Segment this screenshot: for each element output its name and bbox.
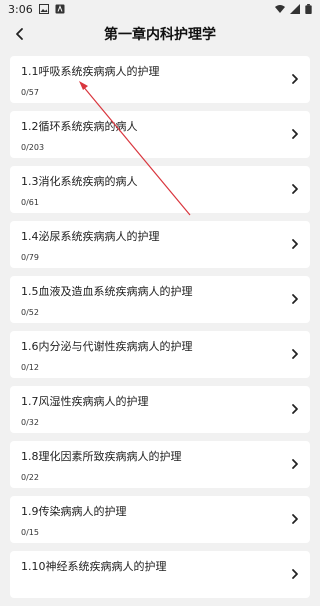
chapter-card[interactable]: 1.9传染病病人的护理 0/15 (10, 496, 310, 543)
chevron-right-icon (292, 184, 298, 194)
chapter-card[interactable]: 1.7风湿性疾病病人的护理 0/32 (10, 386, 310, 433)
status-right (275, 4, 312, 14)
chevron-right-icon (292, 239, 298, 249)
back-button[interactable] (10, 24, 30, 44)
chapter-card[interactable]: 1.1呼吸系统疾病病人的护理 0/57 (10, 56, 310, 103)
chapter-progress: 0/79 (21, 253, 39, 262)
chevron-right-icon (292, 74, 298, 84)
chevron-left-icon (16, 28, 23, 40)
chapter-title: 1.10神经系统疾病病人的护理 (21, 560, 167, 573)
chapter-card[interactable]: 1.10神经系统疾病病人的护理 (10, 551, 310, 598)
status-bar: 3:06 (0, 0, 320, 18)
chapter-card[interactable]: 1.3消化系统疾病的病人 0/61 (10, 166, 310, 213)
chapter-title: 1.9传染病病人的护理 (21, 505, 127, 518)
chapter-progress: 0/32 (21, 418, 39, 427)
chapter-card[interactable]: 1.2循环系统疾病的病人 0/203 (10, 111, 310, 158)
status-left: 3:06 (8, 3, 65, 16)
chevron-right-icon (292, 404, 298, 414)
signal-icon (290, 4, 300, 14)
battery-icon (305, 4, 312, 14)
chapter-title: 1.4泌尿系统疾病病人的护理 (21, 230, 160, 243)
chapter-progress: 0/203 (21, 143, 45, 152)
image-notification-icon (38, 4, 49, 14)
chapter-progress: 0/22 (21, 473, 39, 482)
app-bar: 第一章内科护理学 (0, 18, 320, 50)
chapter-title: 1.1呼吸系统疾病病人的护理 (21, 65, 160, 78)
chapter-title: 1.2循环系统疾病的病人 (21, 120, 138, 133)
chapter-title: 1.3消化系统疾病的病人 (21, 175, 138, 188)
wifi-icon (275, 5, 285, 13)
chapter-card[interactable]: 1.5血液及造血系统疾病病人的护理 0/52 (10, 276, 310, 323)
status-time: 3:06 (8, 2, 33, 16)
chapter-progress: 0/57 (21, 88, 39, 97)
page-title: 第一章内科护理学 (104, 27, 216, 43)
chapter-title: 1.8理化因素所致疾病病人的护理 (21, 450, 182, 463)
chevron-right-icon (292, 294, 298, 304)
chevron-right-icon (292, 129, 298, 139)
chevron-right-icon (292, 514, 298, 524)
chevron-right-icon (292, 459, 298, 469)
chapter-card[interactable]: 1.6内分泌与代谢性疾病病人的护理 0/12 (10, 331, 310, 378)
chapter-progress: 0/61 (21, 198, 39, 207)
chevron-right-icon (292, 569, 298, 579)
chapter-title: 1.6内分泌与代谢性疾病病人的护理 (21, 340, 193, 353)
chapter-progress: 0/52 (21, 308, 39, 317)
chapter-card[interactable]: 1.4泌尿系统疾病病人的护理 0/79 (10, 221, 310, 268)
chapter-list: 1.1呼吸系统疾病病人的护理 0/57 1.2循环系统疾病的病人 0/203 1… (10, 56, 310, 606)
chapter-progress: 0/15 (21, 528, 39, 537)
chapter-progress: 0/12 (21, 363, 39, 372)
app-notification-icon (55, 4, 65, 14)
chapter-title: 1.7风湿性疾病病人的护理 (21, 395, 149, 408)
chevron-right-icon (292, 349, 298, 359)
chapter-card[interactable]: 1.8理化因素所致疾病病人的护理 0/22 (10, 441, 310, 488)
chapter-title: 1.5血液及造血系统疾病病人的护理 (21, 285, 193, 298)
